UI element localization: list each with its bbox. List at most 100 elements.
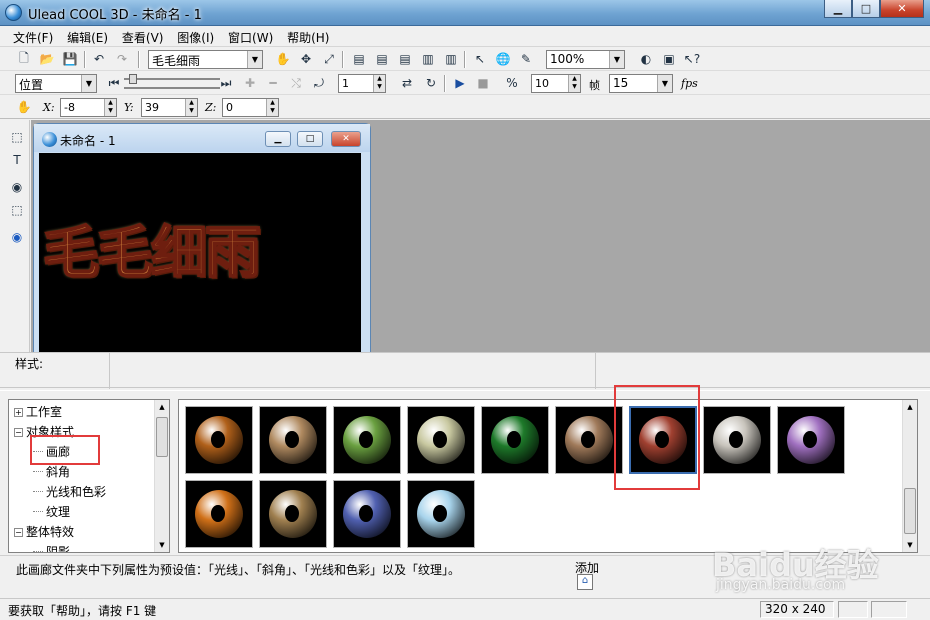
donut-preview-icon — [343, 490, 391, 538]
insert-object-icon[interactable]: ⬚ — [7, 128, 27, 146]
gallery-tile-green-malachite[interactable] — [481, 406, 549, 474]
gallery-tile-white-stone[interactable] — [703, 406, 771, 474]
render-icon[interactable]: ◐ — [636, 50, 656, 68]
close-button[interactable]: ✕ — [880, 0, 924, 18]
frame-spinner[interactable]: 1 ▲ ▼ — [338, 74, 386, 93]
maximize-button[interactable]: □ — [852, 0, 880, 18]
doc-close-button[interactable]: ✕ — [331, 131, 361, 147]
first-frame-icon[interactable]: ⏮ — [104, 74, 124, 92]
scroll-down-icon[interactable]: ▼ — [155, 538, 169, 552]
align-bottom-icon[interactable]: ▤ — [395, 50, 415, 68]
align-top-icon[interactable]: ▤ — [349, 50, 369, 68]
gallery-tile-woven-tan[interactable] — [259, 406, 327, 474]
save-icon[interactable]: 💾 — [60, 50, 80, 68]
tree-scrollbar[interactable]: ▲ ▼ — [154, 400, 169, 552]
doc-minimize-button[interactable]: ▁ — [265, 131, 291, 147]
tree-item[interactable]: − 整体特效 — [14, 523, 74, 540]
doc-maximize-button[interactable]: □ — [297, 131, 323, 147]
slider-thumb[interactable] — [129, 74, 137, 84]
remove-keyframe-icon[interactable]: ━ — [263, 74, 283, 92]
reverse-keyframe-icon[interactable]: ⤭ — [286, 74, 306, 92]
attribute-combo[interactable]: 位置 ▼ — [15, 74, 97, 93]
position-hand-icon[interactable]: ✋ — [14, 98, 34, 116]
select-object-icon[interactable]: ⬚ — [7, 201, 27, 219]
timeline-slider[interactable] — [124, 78, 220, 80]
gallery-tile-wood-amber[interactable] — [185, 406, 253, 474]
z-label: Z: — [205, 101, 217, 114]
pingpong-icon[interactable]: ⇄ — [397, 74, 417, 92]
menu-file[interactable]: 文件(F) — [8, 27, 58, 48]
tree-item[interactable]: + 工作室 — [14, 403, 62, 420]
tree-item[interactable]: 斜角 — [33, 463, 70, 480]
gallery-tile-blue-purple[interactable] — [333, 480, 401, 548]
rotate-hand-icon[interactable]: ✥ — [296, 50, 316, 68]
insert-shape-icon[interactable]: ◉ — [7, 178, 27, 196]
align-left-icon[interactable]: ▥ — [418, 50, 438, 68]
menu-help[interactable]: 帮助(H) — [282, 27, 334, 48]
new-file-icon[interactable]: 🗋 — [14, 50, 34, 68]
gallery-scrollbar[interactable]: ▲ ▼ — [902, 400, 917, 552]
scroll-down-icon[interactable]: ▼ — [903, 538, 917, 552]
add-to-gallery-icon[interactable]: ⌂ — [577, 574, 593, 590]
minimize-button[interactable]: ▁ — [824, 0, 852, 18]
zoom-combo[interactable]: 100% ▼ — [546, 50, 625, 69]
hand-move-icon[interactable]: ✋ — [273, 50, 293, 68]
document-icon — [42, 132, 57, 147]
smooth-icon[interactable]: % — [502, 74, 522, 92]
scroll-up-icon[interactable]: ▲ — [155, 400, 169, 414]
gallery-tile-marble-green-white[interactable] — [407, 406, 475, 474]
gallery-tile-marble-brown[interactable] — [555, 406, 623, 474]
resize-icon[interactable]: ⤢ — [319, 50, 339, 68]
expand-icon[interactable]: + — [14, 408, 23, 417]
loop-icon[interactable]: ⤾ — [309, 74, 329, 92]
scroll-up-icon[interactable]: ▲ — [903, 400, 917, 414]
gallery-tile-orange-glow[interactable] — [185, 480, 253, 548]
pointer-icon[interactable]: ↖ — [470, 50, 490, 68]
add-keyframe-icon[interactable]: ✚ — [240, 74, 260, 92]
text-object-combo[interactable]: 毛毛细雨 ▼ — [148, 50, 263, 69]
chevron-down-icon[interactable]: ▼ — [657, 75, 672, 92]
stop-icon[interactable]: ■ — [473, 74, 493, 92]
x-spinner[interactable]: -8 ▲ ▼ — [60, 98, 117, 117]
z-spinner[interactable]: 0 ▲ ▼ — [222, 98, 279, 117]
undo-icon[interactable]: ↶ — [89, 50, 109, 68]
tree-item[interactable]: 纹理 — [33, 503, 70, 520]
chevron-down-icon[interactable]: ▼ — [81, 75, 96, 92]
edit-object-icon[interactable]: ✎ — [516, 50, 536, 68]
gallery-tile-granite-gold[interactable] — [259, 480, 327, 548]
y-spinner[interactable]: 39 ▲ ▼ — [141, 98, 198, 117]
chevron-down-icon[interactable]: ▼ — [609, 51, 624, 68]
scroll-thumb[interactable] — [156, 417, 168, 457]
gallery-tile-iridescent[interactable] — [777, 406, 845, 474]
chevron-down-icon[interactable]: ▼ — [247, 51, 262, 68]
export-icon[interactable]: ▣ — [659, 50, 679, 68]
globe-icon[interactable]: 🌐 — [493, 50, 513, 68]
render-canvas[interactable]: 毛毛细雨 — [39, 153, 361, 353]
align-middle-icon[interactable]: ▤ — [372, 50, 392, 68]
tree-item[interactable]: 光线和色彩 — [33, 483, 106, 500]
donut-preview-icon — [269, 416, 317, 464]
align-right-icon[interactable]: ▥ — [441, 50, 461, 68]
menu-window[interactable]: 窗口(W) — [223, 27, 278, 48]
redo-icon[interactable]: ↷ — [112, 50, 132, 68]
play-icon[interactable]: ▶ — [450, 74, 470, 92]
total-frames-spinner[interactable]: 10 ▲ ▼ — [531, 74, 581, 93]
menu-view[interactable]: 查看(V) — [117, 27, 169, 48]
tree-item[interactable]: 阴影 — [33, 543, 70, 552]
insert-text-icon[interactable]: T — [7, 151, 27, 169]
open-folder-icon[interactable]: 📂 — [37, 50, 57, 68]
keyframe-slider[interactable] — [124, 87, 220, 89]
scroll-thumb[interactable] — [904, 488, 916, 534]
fps-combo[interactable]: 15 ▼ — [609, 74, 673, 93]
menu-image[interactable]: 图像(I) — [172, 27, 219, 48]
collapse-icon[interactable]: − — [14, 428, 23, 437]
context-help-icon[interactable]: ↖? — [682, 50, 702, 68]
plugin-icon[interactable]: ◉ — [7, 228, 27, 246]
app-icon[interactable] — [5, 4, 22, 21]
gallery-tile-rainbow-weave[interactable] — [333, 406, 401, 474]
last-frame-icon[interactable]: ⏭ — [216, 74, 236, 92]
repeat-icon[interactable]: ↻ — [421, 74, 441, 92]
menu-edit[interactable]: 编辑(E) — [62, 27, 113, 48]
gallery-tile-light-blue[interactable] — [407, 480, 475, 548]
collapse-icon[interactable]: − — [14, 528, 23, 537]
